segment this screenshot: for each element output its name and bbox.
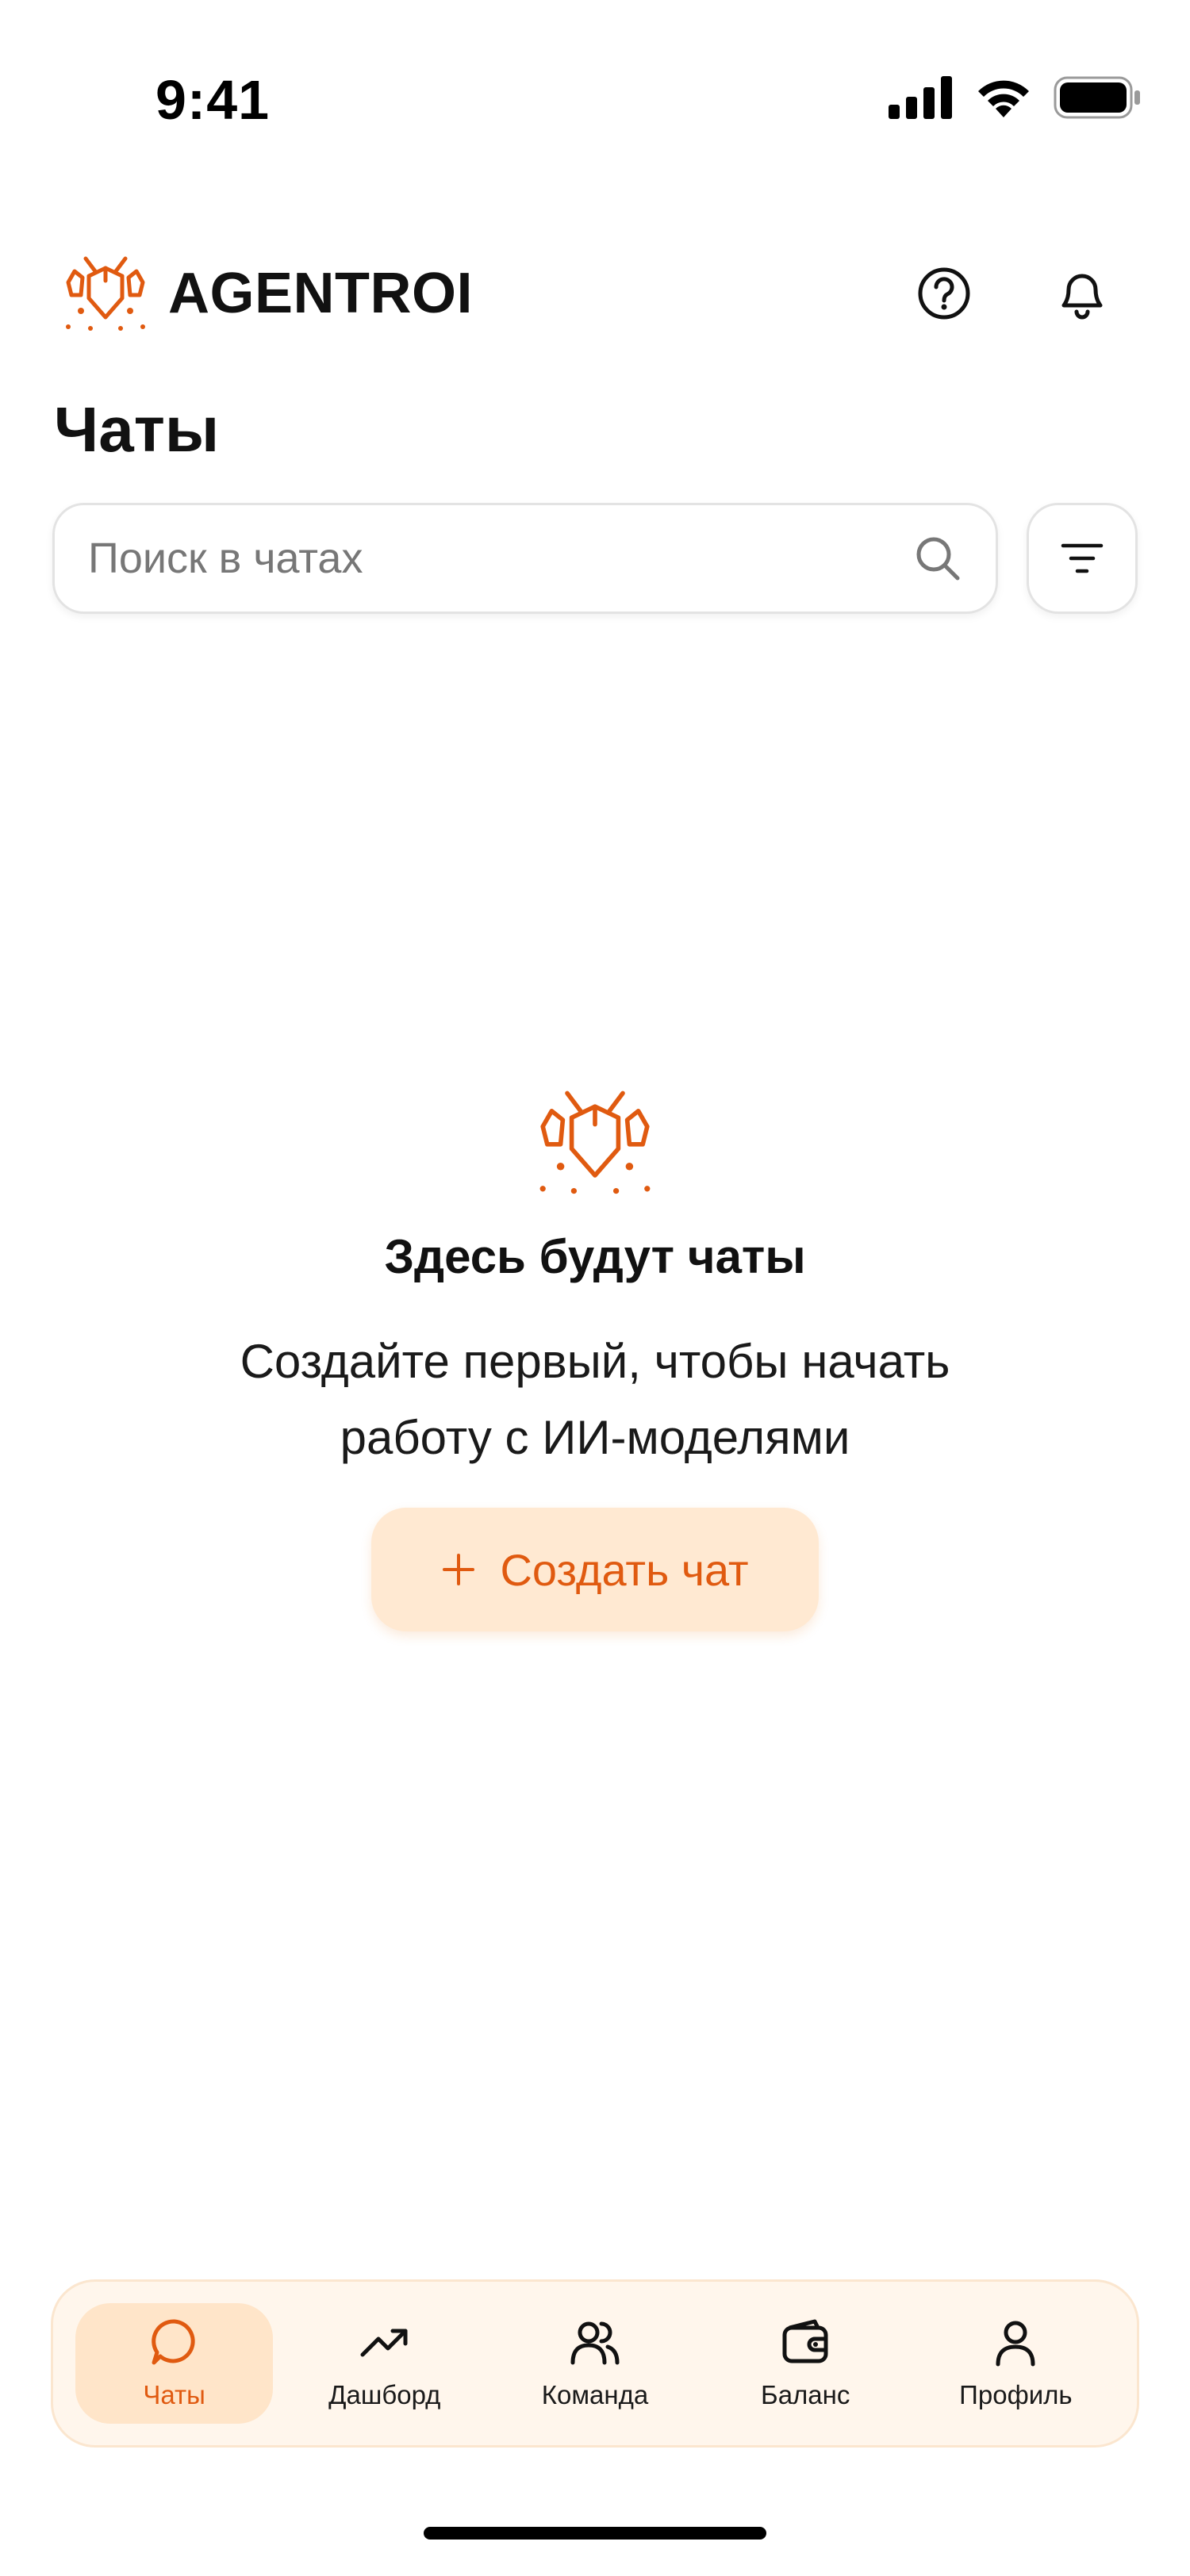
nav-item-chats[interactable]: Чаты (75, 2303, 274, 2424)
wallet-icon (782, 2319, 828, 2363)
status-icons (889, 76, 1142, 119)
nav-item-balance[interactable]: Баланс (707, 2303, 904, 2424)
agentroi-empty-icon (539, 1091, 651, 1194)
search-button[interactable] (913, 534, 962, 583)
plus-icon (443, 1554, 475, 1585)
help-icon (918, 267, 970, 320)
nav-label-dashboard: Дашборд (328, 2380, 441, 2409)
filter-icon (1061, 543, 1104, 573)
status-bar: 9:41 (0, 0, 1190, 131)
cellular-signal-icon (889, 76, 952, 119)
user-icon (996, 2321, 1035, 2367)
bottom-nav: Чаты Дашборд Команда Баланс Профиль (51, 2279, 1139, 2448)
create-chat-button[interactable]: Создать чат (371, 1508, 819, 1631)
app-name: AGENTROI (168, 262, 474, 325)
empty-state-subtitle: Создайте первый, чтобы начать работу с И… (240, 1335, 950, 1464)
notifications-button[interactable] (1050, 262, 1114, 325)
status-time: 9:41 (155, 69, 271, 131)
create-chat-label: Создать чат (500, 1544, 749, 1595)
chats-screen: 9:41 AGENTROI Чаты Поиск в чатах Здесь б… (0, 0, 1190, 2576)
empty-state-title: Здесь будут чаты (384, 1230, 806, 1283)
app-header: AGENTROI (0, 238, 1190, 349)
nav-label-team: Команда (541, 2380, 649, 2409)
trending-up-icon (360, 2329, 408, 2357)
nav-item-dashboard[interactable]: Дашборд (286, 2303, 483, 2424)
empty-state: Здесь будут чаты Создайте первый, чтобы … (0, 1087, 1190, 1631)
nav-item-profile[interactable]: Профиль (917, 2303, 1115, 2424)
agentroi-logo-icon (66, 256, 145, 331)
filter-button[interactable] (1027, 503, 1138, 614)
users-icon (570, 2321, 620, 2365)
home-indicator (424, 2527, 766, 2540)
nav-label-profile: Профиль (959, 2380, 1073, 2409)
page-title: Чаты (54, 394, 220, 465)
nav-item-team[interactable]: Команда (496, 2303, 693, 2424)
wifi-icon (978, 80, 1029, 117)
search-input[interactable] (88, 505, 881, 611)
nav-label-chats: Чаты (143, 2380, 205, 2409)
nav-label-balance: Баланс (761, 2380, 850, 2409)
search-box[interactable] (52, 503, 998, 614)
chat-icon (151, 2319, 195, 2365)
help-button[interactable] (912, 262, 976, 325)
battery-icon (1054, 76, 1140, 119)
bell-icon (1061, 274, 1103, 320)
app-logo[interactable]: AGENTROI (62, 254, 473, 333)
search-icon (916, 537, 960, 581)
